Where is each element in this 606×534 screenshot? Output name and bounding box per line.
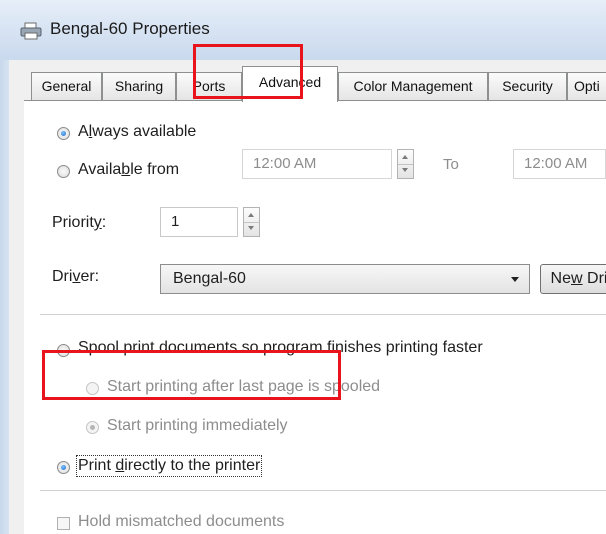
- print-directly-radio[interactable]: [57, 461, 70, 474]
- printer-icon: [20, 22, 42, 40]
- available-to-time[interactable]: 12:00 AM: [513, 149, 606, 179]
- tab-sharing[interactable]: Sharing: [102, 72, 176, 100]
- available-from-radio[interactable]: [57, 165, 70, 178]
- spin-down-icon[interactable]: [398, 164, 413, 178]
- print-directly-label[interactable]: Print directly to the printer: [75, 455, 263, 477]
- hold-mismatched-label[interactable]: Hold mismatched documents: [78, 513, 284, 531]
- start-immediately-label[interactable]: Start printing immediately: [107, 417, 288, 435]
- spin-up-icon[interactable]: [244, 208, 259, 223]
- window-title: Bengal-60 Properties: [50, 19, 210, 38]
- always-available-label[interactable]: Always available: [78, 123, 196, 141]
- new-driver-button[interactable]: New Dri: [540, 264, 606, 294]
- priority-spinner[interactable]: [243, 207, 260, 237]
- start-immediately-radio[interactable]: [86, 421, 99, 434]
- hold-mismatched-checkbox[interactable]: [57, 517, 70, 530]
- driver-select-value: Bengal-60: [173, 270, 246, 287]
- tab-general[interactable]: General: [31, 72, 102, 100]
- from-time-spinner[interactable]: [397, 149, 414, 179]
- available-from-time[interactable]: 12:00 AM: [242, 149, 392, 179]
- separator: [40, 490, 606, 491]
- always-available-radio[interactable]: [57, 127, 70, 140]
- tab-color-management[interactable]: Color Management: [338, 72, 488, 100]
- annotation-box-advanced-tab: [193, 44, 303, 99]
- window-frame: [0, 60, 9, 534]
- to-label: To: [443, 156, 459, 173]
- tab-options[interactable]: Opti: [567, 72, 606, 100]
- priority-input[interactable]: 1: [160, 207, 238, 237]
- spin-up-icon[interactable]: [398, 150, 413, 165]
- driver-select[interactable]: Bengal-60: [160, 264, 530, 294]
- driver-label: Driver:: [52, 268, 100, 285]
- tab-security[interactable]: Security: [488, 72, 567, 100]
- chevron-down-icon: [511, 277, 519, 282]
- spin-down-icon[interactable]: [244, 222, 259, 236]
- annotation-box-spool-option: [42, 350, 341, 400]
- priority-label: Priority:: [52, 214, 107, 231]
- available-from-label[interactable]: Available from: [78, 161, 179, 179]
- separator: [40, 314, 606, 315]
